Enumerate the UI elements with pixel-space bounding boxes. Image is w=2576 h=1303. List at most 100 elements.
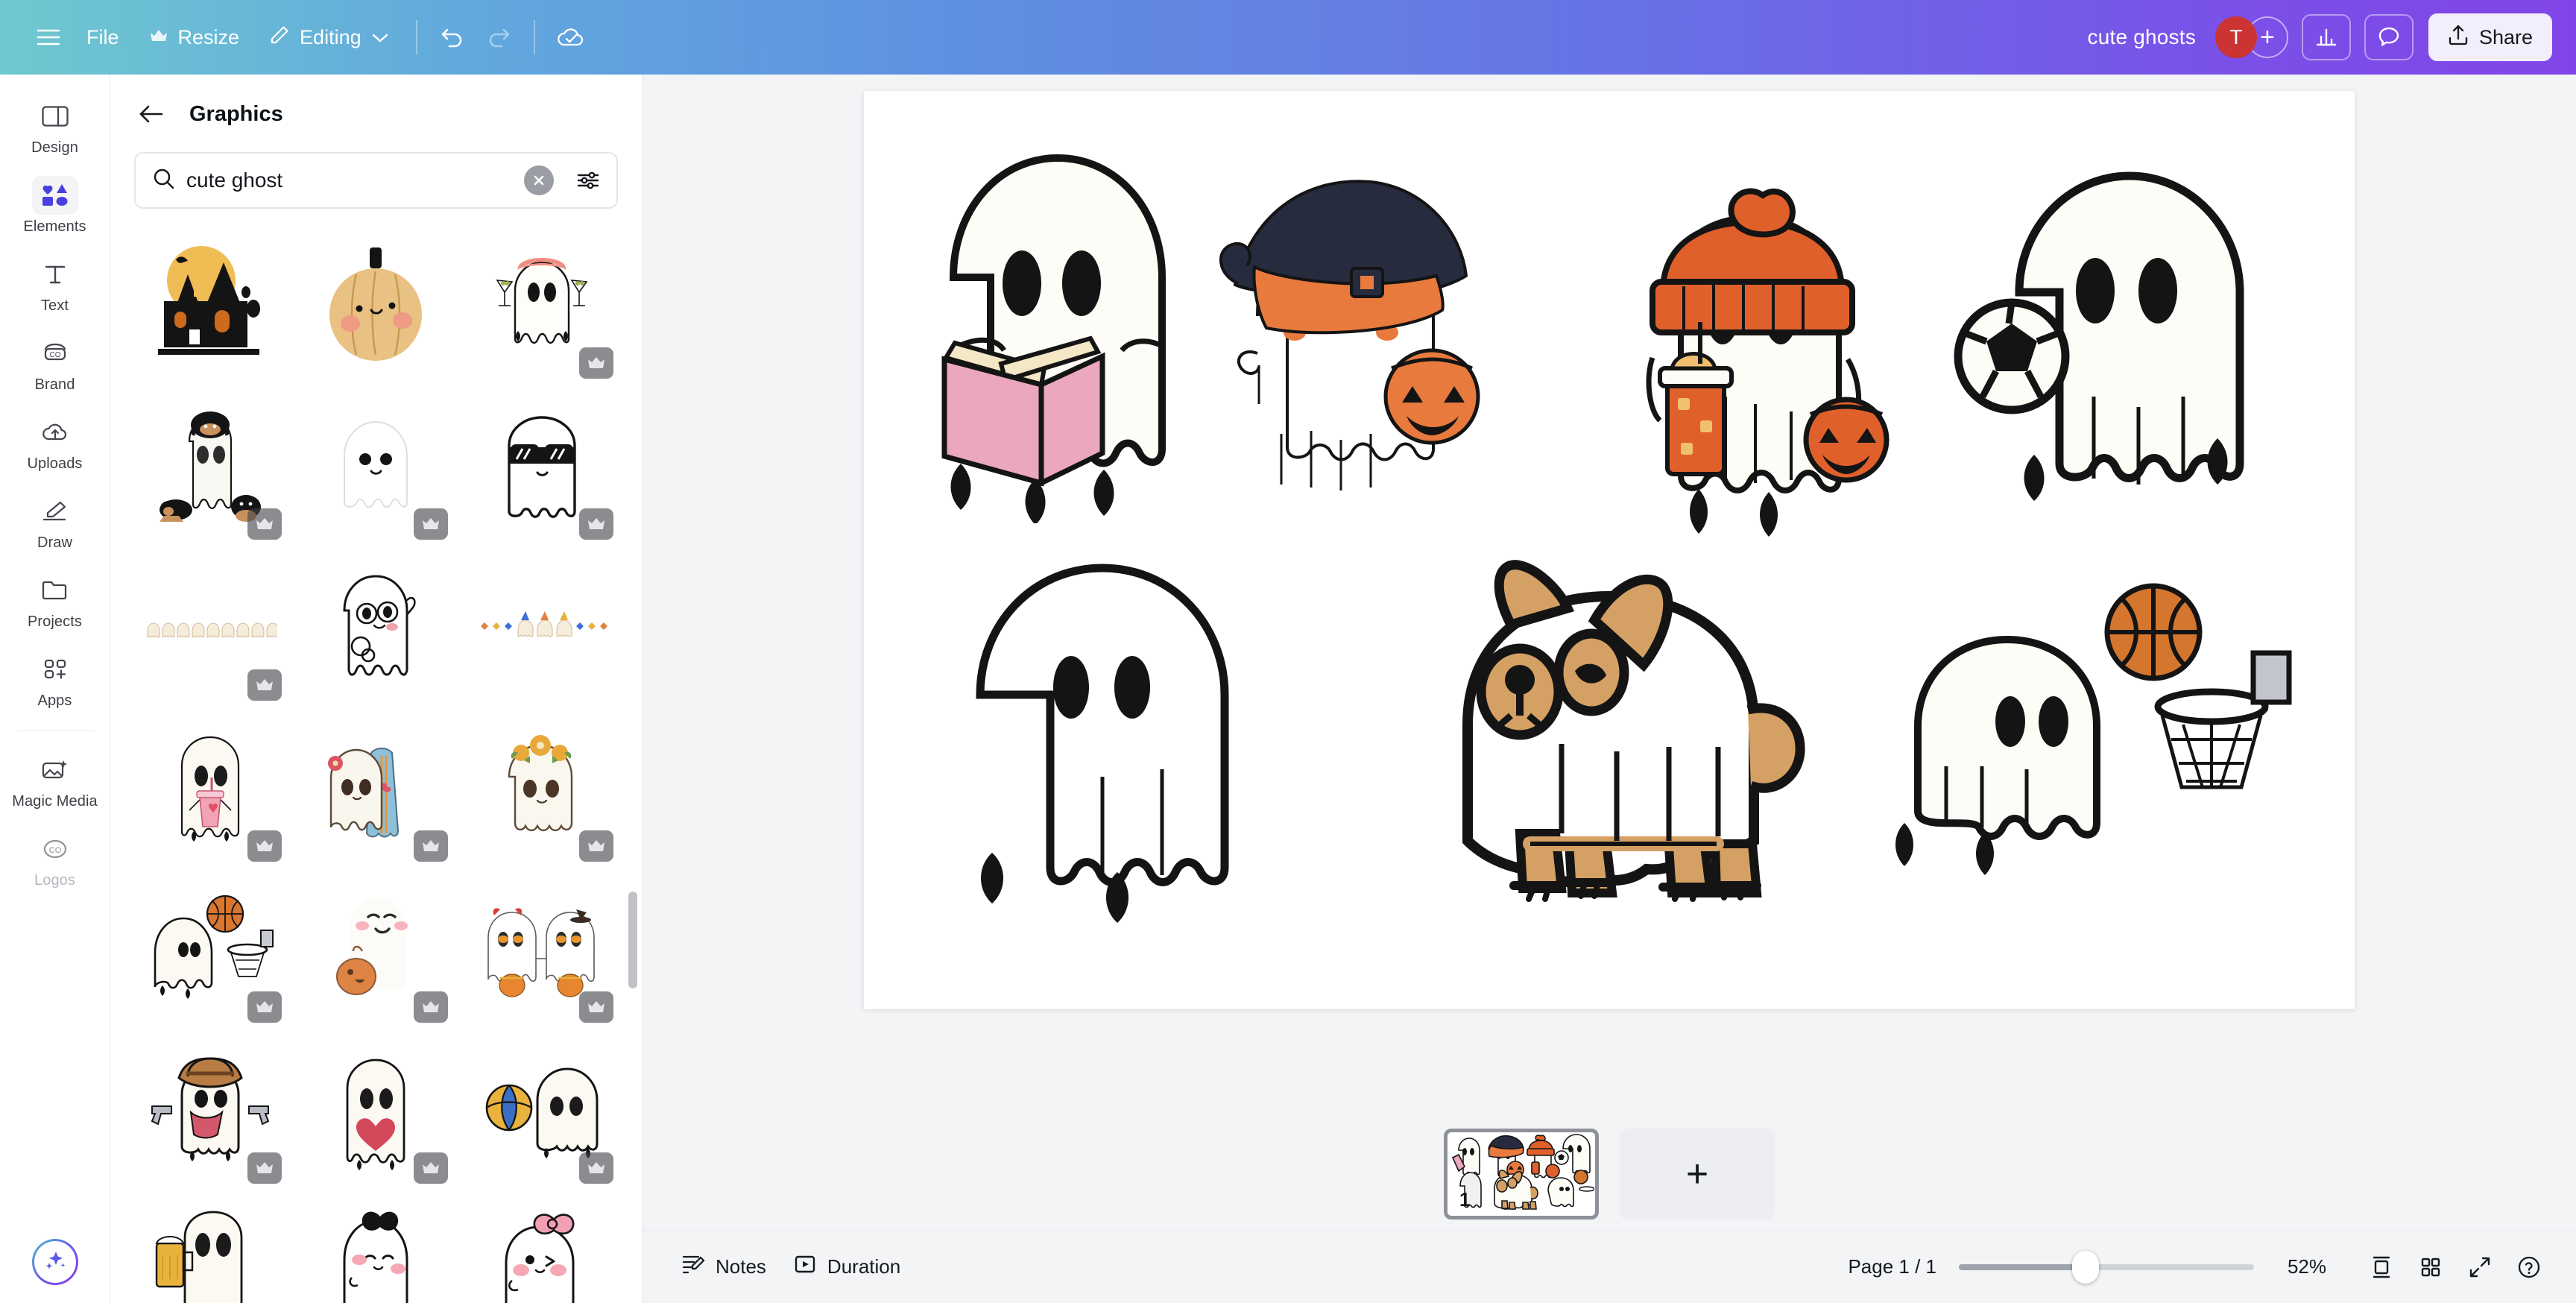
copyright-co-icon: CO [32, 830, 78, 868]
result-cowboy-ghost-with-pistols[interactable] [131, 1029, 289, 1190]
sidebar-item-elements[interactable]: Elements [7, 168, 103, 242]
result-haunted-house-with-ghosts[interactable] [131, 224, 289, 385]
duration-button[interactable]: Duration [780, 1246, 914, 1289]
premium-crown-icon [247, 991, 282, 1023]
result-two-ghosts-devil-and-witch[interactable] [463, 868, 621, 1029]
pencil-icon [269, 25, 290, 51]
document-title[interactable]: cute ghosts [2088, 25, 2196, 49]
premium-crown-icon [578, 347, 613, 379]
avatar[interactable]: T [2214, 16, 2257, 58]
zoom-slider-thumb[interactable] [2072, 1250, 2100, 1284]
result-ghost-with-black-bow[interactable] [297, 1190, 455, 1303]
sidebar-item-brand[interactable]: CO Brand [7, 326, 103, 400]
result-ghost-playing-basketball[interactable] [131, 868, 289, 1029]
layout-panels-icon [32, 97, 78, 136]
search-icon [152, 167, 176, 195]
arrow-left-icon[interactable] [134, 97, 168, 131]
result-ghost-with-glasses-waving[interactable] [297, 546, 455, 707]
page-number-label: 1 [1459, 1188, 1471, 1211]
result-ghost-with-pumpkin-bucket[interactable] [297, 868, 455, 1029]
premium-crown-icon [413, 830, 448, 862]
premium-crown-icon [247, 1152, 282, 1184]
sidebar-item-magic-media[interactable]: Magic Media [7, 743, 103, 816]
result-ghost-holding-red-heart[interactable] [297, 1029, 455, 1190]
cloud-check-icon[interactable] [547, 14, 593, 60]
sidebar-item-draw[interactable]: Draw [7, 485, 103, 558]
result-ghost-holding-pink-drink[interactable] [131, 707, 289, 868]
panel-scrollbar-thumb[interactable] [628, 892, 637, 989]
help-question-icon[interactable] [2507, 1246, 2551, 1289]
page-thumbnail-1[interactable]: 1 [1444, 1129, 1599, 1220]
sidebar-item-projects[interactable]: Projects [7, 564, 103, 637]
premium-crown-icon [247, 508, 282, 540]
share-label: Share [2478, 25, 2533, 48]
file-menu-label: File [86, 25, 119, 48]
result-ghost-with-beer-mug[interactable] [131, 1190, 289, 1303]
graphic-ghost-witch-hat-jack-o-lantern[interactable] [1192, 165, 1490, 508]
magic-media-icon [32, 751, 78, 789]
graphic-plain-outline-ghost[interactable] [946, 546, 1259, 933]
result-tiny-ghosts-border[interactable] [131, 546, 289, 707]
canva-editor-window: File Resize Editing cute ghosts T + Shar… [0, 0, 2576, 1303]
editor-body: Design Elements Text CO Brand Uploads Dr… [0, 75, 2576, 1303]
sidebar-item-uploads[interactable]: Uploads [7, 406, 103, 479]
file-menu-button[interactable]: File [72, 14, 134, 60]
result-ghost-with-pink-bow[interactable] [463, 1190, 621, 1303]
grid-view-icon[interactable] [2409, 1246, 2452, 1289]
design-canvas[interactable] [864, 91, 2355, 1009]
result-ghost-with-dachshund-puppies[interactable] [131, 385, 289, 546]
status-bar: Notes Duration Page 1 / 1 52% [643, 1230, 2576, 1303]
sidebar-item-apps[interactable]: Apps [7, 643, 103, 716]
close-x-icon[interactable] [524, 165, 554, 195]
result-cute-pumpkin-face[interactable] [297, 224, 455, 385]
graphic-ghost-orange-beanie-iced-coffee[interactable] [1609, 136, 1907, 583]
editor-main: 1 + Notes Duration Page 1 / 1 52% [643, 75, 2576, 1303]
result-ghost-with-surfboard[interactable] [297, 707, 455, 868]
zoom-percent-label: 52% [2287, 1255, 2327, 1278]
fullscreen-expand-icon[interactable] [2458, 1246, 2501, 1289]
zoom-slider[interactable] [1959, 1250, 2254, 1284]
comment-bubble-icon[interactable] [2364, 14, 2414, 60]
graphic-ghost-shooting-basketball[interactable] [1863, 575, 2310, 918]
hamburger-menu-icon[interactable] [25, 14, 72, 60]
sidebar-item-logos[interactable]: CO Logos [7, 822, 103, 895]
editing-mode-button[interactable]: Editing [254, 14, 404, 60]
result-ghost-with-volleyball[interactable] [463, 1029, 621, 1190]
result-ghost-with-bandana-martinis[interactable] [463, 224, 621, 385]
result-plain-smiling-ghost[interactable] [297, 385, 455, 546]
sidebar-item-label: Design [31, 139, 78, 156]
text-t-icon [32, 255, 78, 294]
share-button[interactable]: Share [2428, 13, 2552, 61]
header-left-group: File Resize Editing [0, 14, 593, 60]
premium-crown-icon [578, 830, 613, 862]
sidebar-item-text[interactable]: Text [7, 247, 103, 321]
result-ghost-with-sunglasses[interactable] [463, 385, 621, 546]
share-upload-icon [2448, 24, 2469, 51]
undo-icon[interactable] [429, 14, 476, 60]
zoom-slider-fill [1959, 1263, 2086, 1270]
sidebar-item-design[interactable]: Design [7, 89, 103, 163]
redo-icon[interactable] [476, 14, 522, 60]
top-header-bar: File Resize Editing cute ghosts T + Shar… [0, 0, 2576, 75]
search-input[interactable] [186, 168, 514, 192]
add-page-button[interactable]: + [1620, 1129, 1775, 1220]
svg-text:CO: CO [48, 846, 61, 855]
notes-button[interactable]: Notes [668, 1246, 780, 1289]
result-ghost-with-flower-crown[interactable] [463, 707, 621, 868]
search-box[interactable] [134, 152, 618, 209]
page-count-label: Page 1 / 1 [1848, 1255, 1936, 1278]
panel-scrollbar [628, 221, 637, 1303]
graphic-ghost-reading-pink-book[interactable] [916, 136, 1199, 523]
bar-chart-icon[interactable] [2301, 14, 2351, 60]
search-results [110, 221, 642, 1303]
sidebar-item-label: Brand [34, 376, 75, 393]
premium-crown-icon [578, 1152, 613, 1184]
filter-sliders-icon[interactable] [570, 163, 606, 198]
graphic-ghost-holding-soccer-ball[interactable] [1922, 151, 2310, 538]
resize-button[interactable]: Resize [134, 14, 255, 60]
page-view-icon[interactable] [2360, 1246, 2403, 1289]
magic-studio-button[interactable] [32, 1239, 78, 1285]
result-party-hat-ghosts-border[interactable] [463, 546, 621, 707]
graphic-dog-in-ghost-costume[interactable] [1371, 531, 1878, 918]
status-bar-right: Page 1 / 1 52% [1848, 1246, 2551, 1289]
